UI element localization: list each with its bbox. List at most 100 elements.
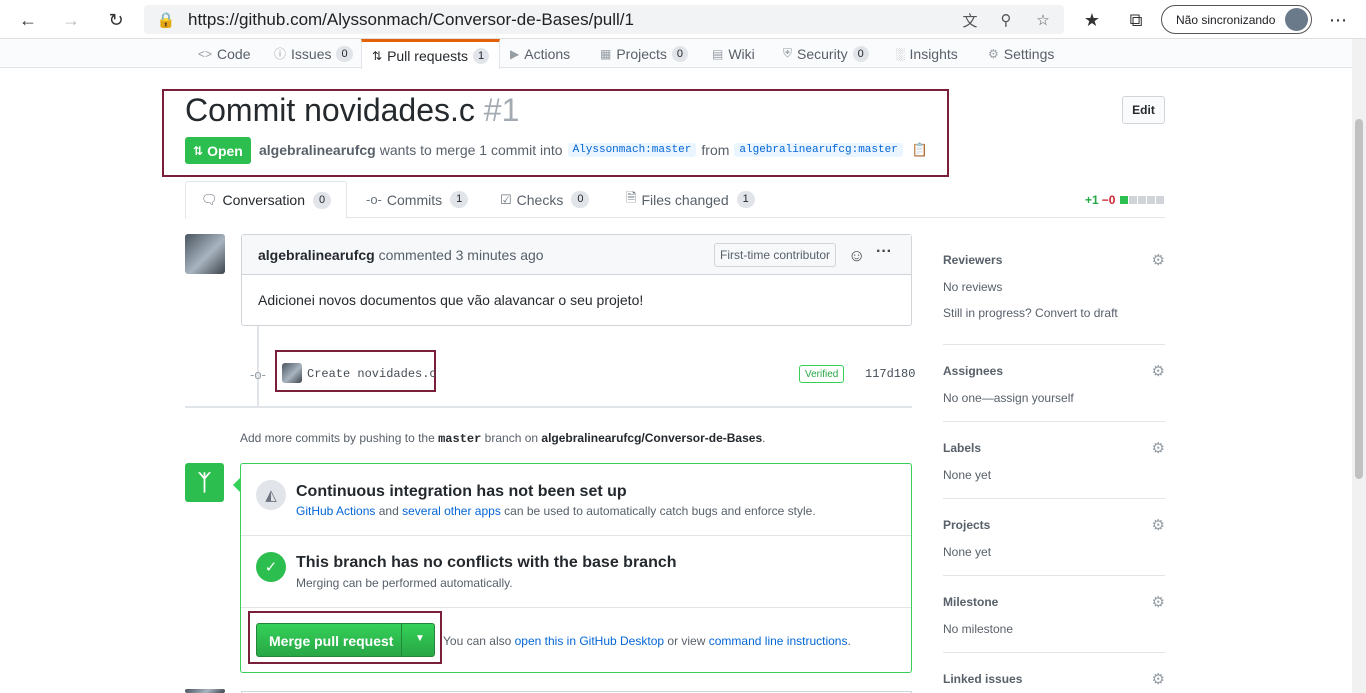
pr-title-text: Commit novidades.c bbox=[185, 92, 475, 128]
ci-rest: can be used to automatically catch bugs … bbox=[504, 504, 816, 518]
pulls-count: 1 bbox=[473, 47, 490, 64]
assignees-value[interactable]: No one—assign yourself bbox=[943, 391, 1074, 405]
favorite-star-icon[interactable]: ☆ bbox=[1033, 10, 1053, 30]
gear-icon: ⚙ bbox=[988, 46, 999, 61]
sidebar-assignees: Assignees ⚙ No one—assign yourself bbox=[943, 362, 1165, 422]
gear-icon[interactable]: ⚙ bbox=[1152, 251, 1165, 269]
book-icon: ▤ bbox=[712, 46, 724, 61]
merge-button-label: Merge pull request bbox=[269, 633, 394, 649]
diff-block-neutral bbox=[1156, 196, 1165, 204]
tab-files-label: Files changed bbox=[641, 191, 729, 208]
linked-issues-title[interactable]: Linked issues bbox=[943, 672, 1022, 686]
translate-icon[interactable]: 文 bbox=[960, 10, 980, 30]
tab-commits-label: Commits bbox=[386, 191, 443, 208]
tab-security[interactable]: ⛨ Security 0 bbox=[783, 39, 869, 68]
tab-settings-label: Settings bbox=[1003, 45, 1055, 62]
tab-code-label: Code bbox=[217, 45, 251, 62]
lock-icon[interactable]: 🔒 bbox=[156, 10, 176, 30]
tab-code[interactable]: <> Code bbox=[198, 39, 250, 68]
conflict-section: ✓ This branch has no conflicts with the … bbox=[241, 536, 911, 608]
reviewers-title[interactable]: Reviewers bbox=[943, 253, 1002, 267]
code-icon: <> bbox=[198, 46, 213, 61]
more-icon[interactable]: ⋯ bbox=[1326, 8, 1350, 32]
file-diff-icon: 🗎 bbox=[626, 189, 637, 205]
gear-icon[interactable]: ⚙ bbox=[1152, 516, 1165, 534]
repo-nav: <> Code ⓘ Issues 0 ⇅ Pull requests 1 ▶ Actions… bbox=[0, 39, 1352, 69]
convert-to-draft-link[interactable]: Still in progress? Convert to draft bbox=[943, 306, 1118, 320]
hint-branch: master bbox=[438, 432, 482, 446]
diff-block-neutral bbox=[1129, 196, 1138, 204]
tab-checks-label: Checks bbox=[516, 191, 564, 208]
checks-count: 0 bbox=[571, 191, 590, 208]
tab-actions[interactable]: ▶ Actions bbox=[510, 39, 570, 68]
address-bar[interactable]: 🔒 https://github.com/Alyssonmach/Convers… bbox=[144, 5, 1064, 34]
refresh-icon[interactable]: ↻ bbox=[104, 8, 128, 32]
other-apps-link[interactable]: several other apps bbox=[402, 504, 501, 518]
command-line-link[interactable]: command line instructions bbox=[709, 634, 848, 648]
github-desktop-link[interactable]: open this in GitHub Desktop bbox=[515, 634, 664, 648]
profile-button[interactable]: Não sincronizando bbox=[1161, 5, 1312, 34]
merge-or-text: or view bbox=[667, 634, 706, 648]
tab-checks[interactable]: ☑ Checks 0 bbox=[500, 181, 590, 218]
pr-meta: algebralinearufcg wants to merge 1 commi… bbox=[259, 142, 928, 158]
caret-down-icon[interactable]: ▼ bbox=[415, 633, 425, 644]
zoom-icon[interactable]: ⚲ bbox=[996, 10, 1016, 30]
page-scrollbar[interactable] bbox=[1352, 39, 1366, 693]
head-branch[interactable]: algebralinearufcg:master bbox=[734, 143, 903, 157]
back-icon[interactable]: ← bbox=[16, 8, 40, 32]
gear-icon[interactable]: ⚙ bbox=[1152, 593, 1165, 611]
pr-number: #1 bbox=[483, 92, 520, 128]
kebab-menu-icon[interactable]: ··· bbox=[876, 243, 892, 261]
tab-settings[interactable]: ⚙ Settings bbox=[988, 39, 1054, 68]
tab-commits[interactable]: -o- Commits 1 bbox=[366, 181, 469, 218]
projects-count: 0 bbox=[671, 45, 689, 62]
scroll-thumb[interactable] bbox=[1355, 119, 1363, 479]
commit-message-link[interactable]: Create novidades.c bbox=[307, 367, 437, 381]
comment-box: algebralinearufcg commented 3 minutes ag… bbox=[241, 234, 912, 326]
base-branch[interactable]: Alyssonmach:master bbox=[567, 143, 697, 157]
profile-label: Não sincronizando bbox=[1176, 13, 1276, 27]
collections-icon[interactable]: ⧉ bbox=[1124, 8, 1148, 32]
merge-pull-request-button[interactable]: Merge pull request ▼ bbox=[256, 623, 435, 657]
comment-header: algebralinearufcg commented 3 minutes ag… bbox=[242, 235, 911, 275]
status-badge-label: Open bbox=[207, 142, 243, 159]
tab-insights[interactable]: ░ Insights bbox=[896, 39, 958, 68]
pr-meta-text: wants to merge 1 commit into bbox=[379, 142, 563, 158]
tab-insights-label: Insights bbox=[909, 45, 958, 62]
commit-sha-link[interactable]: 117d180 bbox=[865, 367, 915, 381]
ci-and: and bbox=[378, 504, 399, 518]
clipboard-icon[interactable]: 📋 bbox=[912, 142, 928, 158]
gear-icon[interactable]: ⚙ bbox=[1152, 670, 1165, 688]
milestone-title[interactable]: Milestone bbox=[943, 595, 998, 609]
favorites-icon[interactable]: ★ bbox=[1080, 8, 1104, 32]
tab-security-label: Security bbox=[797, 45, 848, 62]
comment-author[interactable]: algebralinearufcg bbox=[258, 247, 375, 263]
timeline-line bbox=[257, 326, 259, 406]
smiley-icon[interactable]: ☺ bbox=[848, 246, 865, 266]
tab-pull-requests[interactable]: ⇅ Pull requests 1 bbox=[361, 39, 501, 69]
comment-timestamp[interactable]: commented 3 minutes ago bbox=[379, 247, 544, 263]
tab-wiki[interactable]: ▤ Wiki bbox=[712, 39, 755, 68]
assignees-title[interactable]: Assignees bbox=[943, 364, 1003, 378]
avatar[interactable] bbox=[185, 234, 225, 274]
hint-middle: branch on bbox=[484, 431, 539, 445]
tab-files-changed[interactable]: 🗎 Files changed 1 bbox=[626, 181, 755, 218]
labels-title[interactable]: Labels bbox=[943, 441, 981, 455]
verified-badge[interactable]: Verified bbox=[799, 365, 845, 383]
github-actions-link[interactable]: GitHub Actions bbox=[296, 504, 375, 518]
comment-author-line: algebralinearufcg commented 3 minutes ag… bbox=[258, 247, 544, 263]
ci-title: Continuous integration has not been set … bbox=[296, 483, 627, 500]
projects-title[interactable]: Projects bbox=[943, 518, 990, 532]
tab-projects[interactable]: ▦ Projects 0 bbox=[600, 39, 689, 68]
pr-author-link[interactable]: algebralinearufcg bbox=[259, 142, 376, 158]
forward-icon[interactable]: → bbox=[59, 8, 83, 32]
tab-issues[interactable]: ⓘ Issues 0 bbox=[274, 39, 353, 68]
hint-prefix: Add more commits by pushing to the bbox=[240, 431, 435, 445]
commit-avatar[interactable] bbox=[282, 363, 302, 383]
tab-conversation[interactable]: 🗨 Conversation 0 bbox=[185, 181, 348, 219]
merge-also-text: You can also bbox=[443, 634, 512, 648]
gear-icon[interactable]: ⚙ bbox=[1152, 362, 1165, 380]
pull-request-icon: ⇅ bbox=[372, 48, 383, 63]
edit-button[interactable]: Edit bbox=[1122, 96, 1165, 124]
gear-icon[interactable]: ⚙ bbox=[1152, 439, 1165, 457]
